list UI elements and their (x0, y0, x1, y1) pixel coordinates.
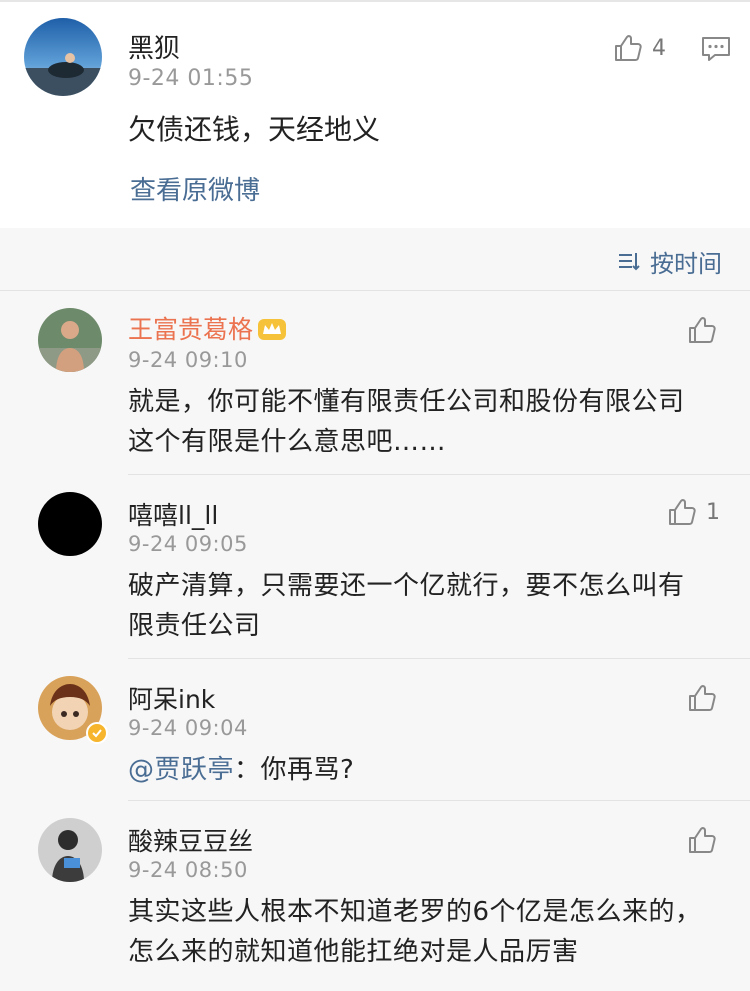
thumb-up-icon (666, 496, 698, 528)
divider (128, 800, 750, 801)
commenter-name[interactable]: 王富贵葛格 (128, 310, 287, 348)
comment-timestamp: 9-24 09:05 (128, 532, 248, 556)
commenter-name[interactable]: 酸辣豆豆丝 (128, 822, 253, 858)
comment-text: 破产清算，只需要还一个亿就行，要不怎么叫有限责任公司 (128, 571, 685, 641)
comment-timestamp: 9-24 09:04 (128, 716, 248, 740)
divider (128, 658, 750, 659)
comment-text: 就是，你可能不懂有限责任公司和股份有限公司这个有限是什么意思吧…… (128, 387, 685, 457)
comment-like-button[interactable] (686, 682, 726, 714)
crown-icon (257, 316, 287, 348)
commenter-avatar[interactable] (38, 492, 102, 556)
post-author-name[interactable]: 黑狈 (128, 28, 180, 65)
comment-timestamp: 9-24 08:50 (128, 858, 248, 882)
comment-like-button[interactable]: 1 (666, 496, 720, 528)
thumb-up-icon (686, 682, 718, 714)
post-author-avatar[interactable] (24, 18, 102, 96)
sort-icon (616, 249, 642, 275)
sort-by-time-button[interactable]: 按时间 (616, 244, 722, 279)
thumb-up-icon (686, 824, 718, 856)
verified-icon (86, 722, 108, 744)
comment-text: @贾跃亭：你再骂? (128, 755, 355, 785)
commenter-name[interactable]: 嘻嘻ll_ll (128, 496, 218, 532)
comment-item: 阿呆ink 9-24 09:04 @贾跃亭：你再骂? (0, 660, 750, 802)
post-timestamp: 9-24 01:55 (128, 66, 254, 91)
divider (128, 474, 750, 475)
thumb-up-icon (612, 32, 644, 64)
comment-like-button[interactable] (686, 314, 726, 346)
post-like-count: 4 (652, 35, 666, 61)
commenter-avatar[interactable] (38, 818, 102, 882)
comment-text: 其实这些人根本不知道老罗的6个亿是怎么来的，怎么来的就知道他能扛绝对是人品厉害 (128, 897, 702, 967)
comment-like-button[interactable] (686, 824, 726, 856)
commenter-avatar[interactable] (38, 308, 102, 372)
comment-item: 酸辣豆豆丝 9-24 08:50 其实这些人根本不知道老罗的6个亿是怎么来的，怎… (0, 802, 750, 991)
view-original-link[interactable]: 查看原微博 (130, 170, 260, 207)
commenter-name[interactable]: 阿呆ink (128, 680, 215, 716)
comment-item: 嘻嘻ll_ll 9-24 09:05 破产清算，只需要还一个亿就行，要不怎么叫有… (0, 476, 750, 660)
post-text: 欠债还钱，天经地义 (128, 113, 381, 146)
comment-timestamp: 9-24 09:10 (128, 348, 248, 372)
comment-icon[interactable] (700, 34, 732, 64)
sort-bar: 按时间 (0, 228, 750, 292)
comment-like-count: 1 (706, 499, 720, 525)
sort-label: 按时间 (650, 250, 722, 278)
post-like-button[interactable]: 4 (612, 32, 666, 64)
mention-link[interactable]: @贾跃亭 (128, 755, 234, 785)
post-card: 黑狈 9-24 01:55 欠债还钱，天经地义 查看原微博 4 (0, 0, 750, 228)
divider (0, 290, 750, 291)
comment-item: 王富贵葛格 9-24 09:10 就是，你可能不懂有限责任公司和股份有限公司这个… (0, 292, 750, 476)
thumb-up-icon (686, 314, 718, 346)
